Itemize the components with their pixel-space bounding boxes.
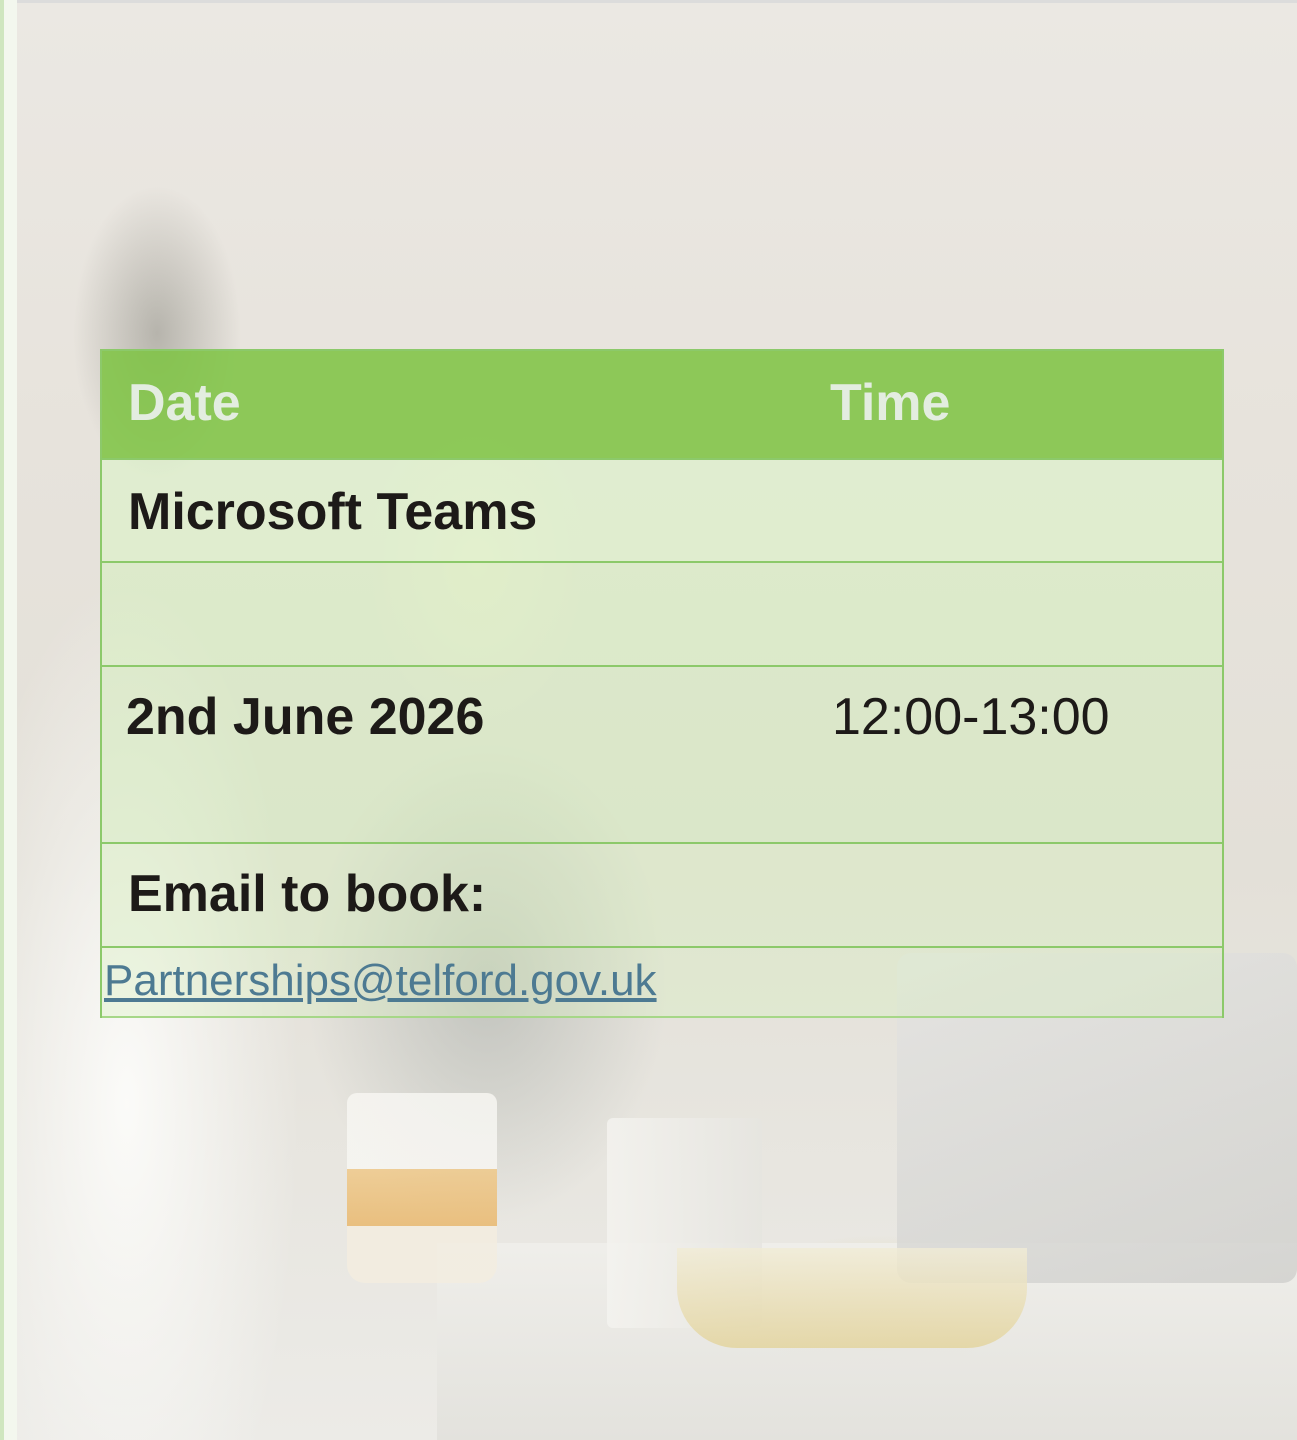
table-row-empty — [102, 561, 1222, 665]
table-row: Partnerships@telford.gov.uk — [102, 946, 1222, 1018]
event-details-table: Date Time Microsoft Teams 2nd June 2026 … — [100, 349, 1224, 1018]
photo-bowl — [677, 1248, 1027, 1348]
table-row: 2nd June 2026 12:00-13:00 — [102, 665, 1222, 842]
table-row: Email to book: — [102, 842, 1222, 946]
left-accent-strip — [0, 0, 17, 1440]
flyer-page: Date Time Microsoft Teams 2nd June 2026 … — [0, 0, 1297, 1440]
photo-mug — [347, 1093, 497, 1283]
session-time: 12:00-13:00 — [832, 688, 1110, 746]
email-label: Email to book: — [128, 865, 487, 923]
table-row: Microsoft Teams — [102, 458, 1222, 561]
session-date: 2nd June 2026 — [126, 688, 485, 746]
table-header-row: Date Time — [102, 351, 1222, 458]
date-column-header: Date — [128, 374, 241, 432]
platform-label: Microsoft Teams — [128, 483, 538, 541]
time-column-header: Time — [830, 374, 951, 432]
email-link[interactable]: Partnerships@telford.gov.uk — [104, 956, 657, 1006]
